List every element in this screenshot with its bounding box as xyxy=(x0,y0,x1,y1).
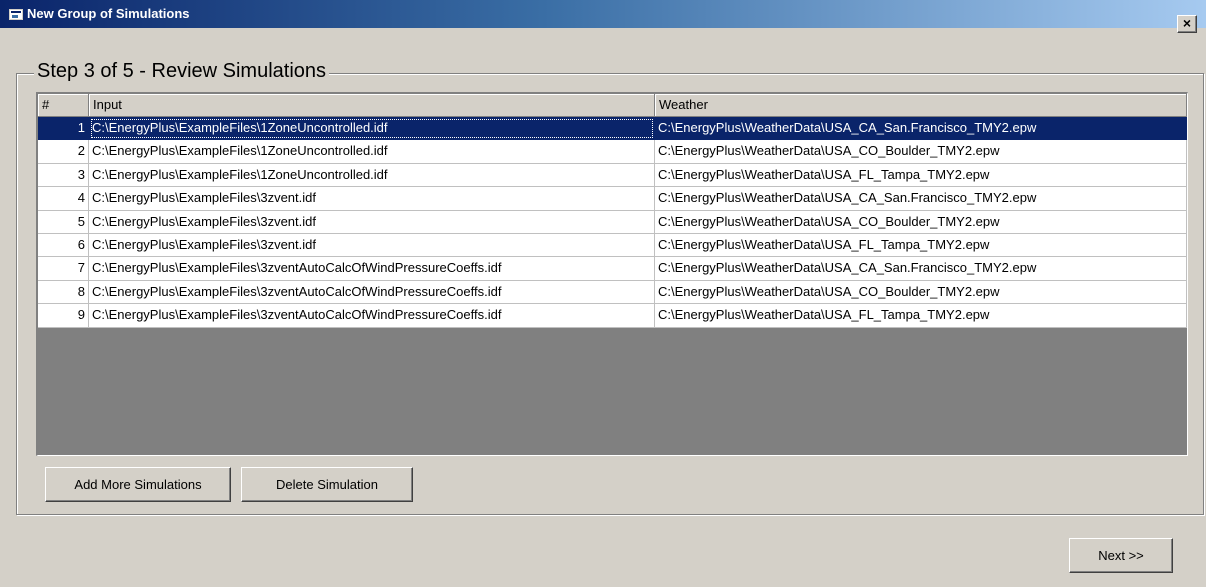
row-number-cell[interactable]: 3 xyxy=(38,163,89,188)
close-icon[interactable]: × xyxy=(1177,15,1197,33)
input-file-cell[interactable]: C:\EnergyPlus\ExampleFiles\3zventAutoCal… xyxy=(89,280,655,305)
add-more-simulations-button[interactable]: Add More Simulations xyxy=(45,467,231,502)
weather-file-cell[interactable]: C:\EnergyPlus\WeatherData\USA_CO_Boulder… xyxy=(655,280,1187,305)
input-file-cell[interactable]: C:\EnergyPlus\ExampleFiles\1ZoneUncontro… xyxy=(89,117,655,141)
input-file-cell[interactable]: C:\EnergyPlus\ExampleFiles\1ZoneUncontro… xyxy=(89,163,655,188)
row-number-cell[interactable]: 8 xyxy=(38,280,89,305)
table-row[interactable]: 9 C:\EnergyPlus\ExampleFiles\3zventAutoCa… xyxy=(38,304,1187,328)
next-button[interactable]: Next >> xyxy=(1069,538,1173,573)
row-number-cell[interactable]: 7 xyxy=(38,257,89,281)
weather-file-cell[interactable]: C:\EnergyPlus\WeatherData\USA_CO_Boulder… xyxy=(655,210,1187,234)
row-number-cell[interactable]: 9 xyxy=(38,304,89,328)
grid-header: # Input Weather xyxy=(38,94,1187,117)
row-number-cell[interactable]: 6 xyxy=(38,233,89,258)
step-title: Step 3 of 5 - Review Simulations xyxy=(34,58,330,84)
input-file-cell[interactable]: C:\EnergyPlus\ExampleFiles\1ZoneUncontro… xyxy=(89,140,655,164)
table-row[interactable]: 4 C:\EnergyPlus\ExampleFiles\3zvent.idf C:… xyxy=(38,187,1187,211)
table-row[interactable]: 1 C:\EnergyPlus\ExampleFiles\1ZoneUncontr… xyxy=(38,117,1187,141)
column-header-number[interactable]: # xyxy=(38,94,89,117)
simulations-grid[interactable]: # Input Weather 1 C:\EnergyPlus\ExampleFi… xyxy=(36,92,1188,456)
column-header-input[interactable]: Input xyxy=(89,94,655,117)
input-file-cell[interactable]: C:\EnergyPlus\ExampleFiles\3zvent.idf xyxy=(89,210,655,234)
app-window-icon xyxy=(9,9,23,20)
table-row[interactable]: 5 C:\EnergyPlus\ExampleFiles\3zvent.idf C:… xyxy=(38,210,1187,234)
weather-file-cell[interactable]: C:\EnergyPlus\WeatherData\USA_CA_San.Fra… xyxy=(655,257,1187,281)
delete-simulation-button[interactable]: Delete Simulation xyxy=(241,467,413,502)
column-header-weather[interactable]: Weather xyxy=(655,94,1187,117)
weather-file-cell[interactable]: C:\EnergyPlus\WeatherData\USA_CA_San.Fra… xyxy=(655,187,1187,211)
table-row[interactable]: 3 C:\EnergyPlus\ExampleFiles\1ZoneUncontr… xyxy=(38,163,1187,188)
table-row[interactable]: 2 C:\EnergyPlus\ExampleFiles\1ZoneUncontr… xyxy=(38,140,1187,164)
weather-file-cell[interactable]: C:\EnergyPlus\WeatherData\USA_FL_Tampa_T… xyxy=(655,233,1187,258)
weather-file-cell[interactable]: C:\EnergyPlus\WeatherData\USA_FL_Tampa_T… xyxy=(655,163,1187,188)
weather-file-cell[interactable]: C:\EnergyPlus\WeatherData\USA_CA_San.Fra… xyxy=(655,117,1187,141)
table-row[interactable]: 6 C:\EnergyPlus\ExampleFiles\3zvent.idf C:… xyxy=(38,233,1187,258)
table-row[interactable]: 7 C:\EnergyPlus\ExampleFiles\3zventAutoCa… xyxy=(38,257,1187,281)
row-number-cell[interactable]: 1 xyxy=(38,117,89,141)
weather-file-cell[interactable]: C:\EnergyPlus\WeatherData\USA_FL_Tampa_T… xyxy=(655,304,1187,328)
input-file-cell[interactable]: C:\EnergyPlus\ExampleFiles\3zvent.idf xyxy=(89,187,655,211)
input-file-cell[interactable]: C:\EnergyPlus\ExampleFiles\3zventAutoCal… xyxy=(89,257,655,281)
weather-file-cell[interactable]: C:\EnergyPlus\WeatherData\USA_CO_Boulder… xyxy=(655,140,1187,164)
table-row[interactable]: 8 C:\EnergyPlus\ExampleFiles\3zventAutoCa… xyxy=(38,280,1187,305)
row-number-cell[interactable]: 2 xyxy=(38,140,89,164)
title-bar[interactable]: New Group of Simulations xyxy=(0,0,1206,28)
window-title: New Group of Simulations xyxy=(27,6,190,21)
input-file-cell[interactable]: C:\EnergyPlus\ExampleFiles\3zvent.idf xyxy=(89,233,655,258)
dialog-window: New Group of Simulations × Step 3 of 5 -… xyxy=(0,0,1206,587)
row-number-cell[interactable]: 4 xyxy=(38,187,89,211)
grid-rows: 1 C:\EnergyPlus\ExampleFiles\1ZoneUncontr… xyxy=(38,117,1187,328)
input-file-cell[interactable]: C:\EnergyPlus\ExampleFiles\3zventAutoCal… xyxy=(89,304,655,328)
row-number-cell[interactable]: 5 xyxy=(38,210,89,234)
